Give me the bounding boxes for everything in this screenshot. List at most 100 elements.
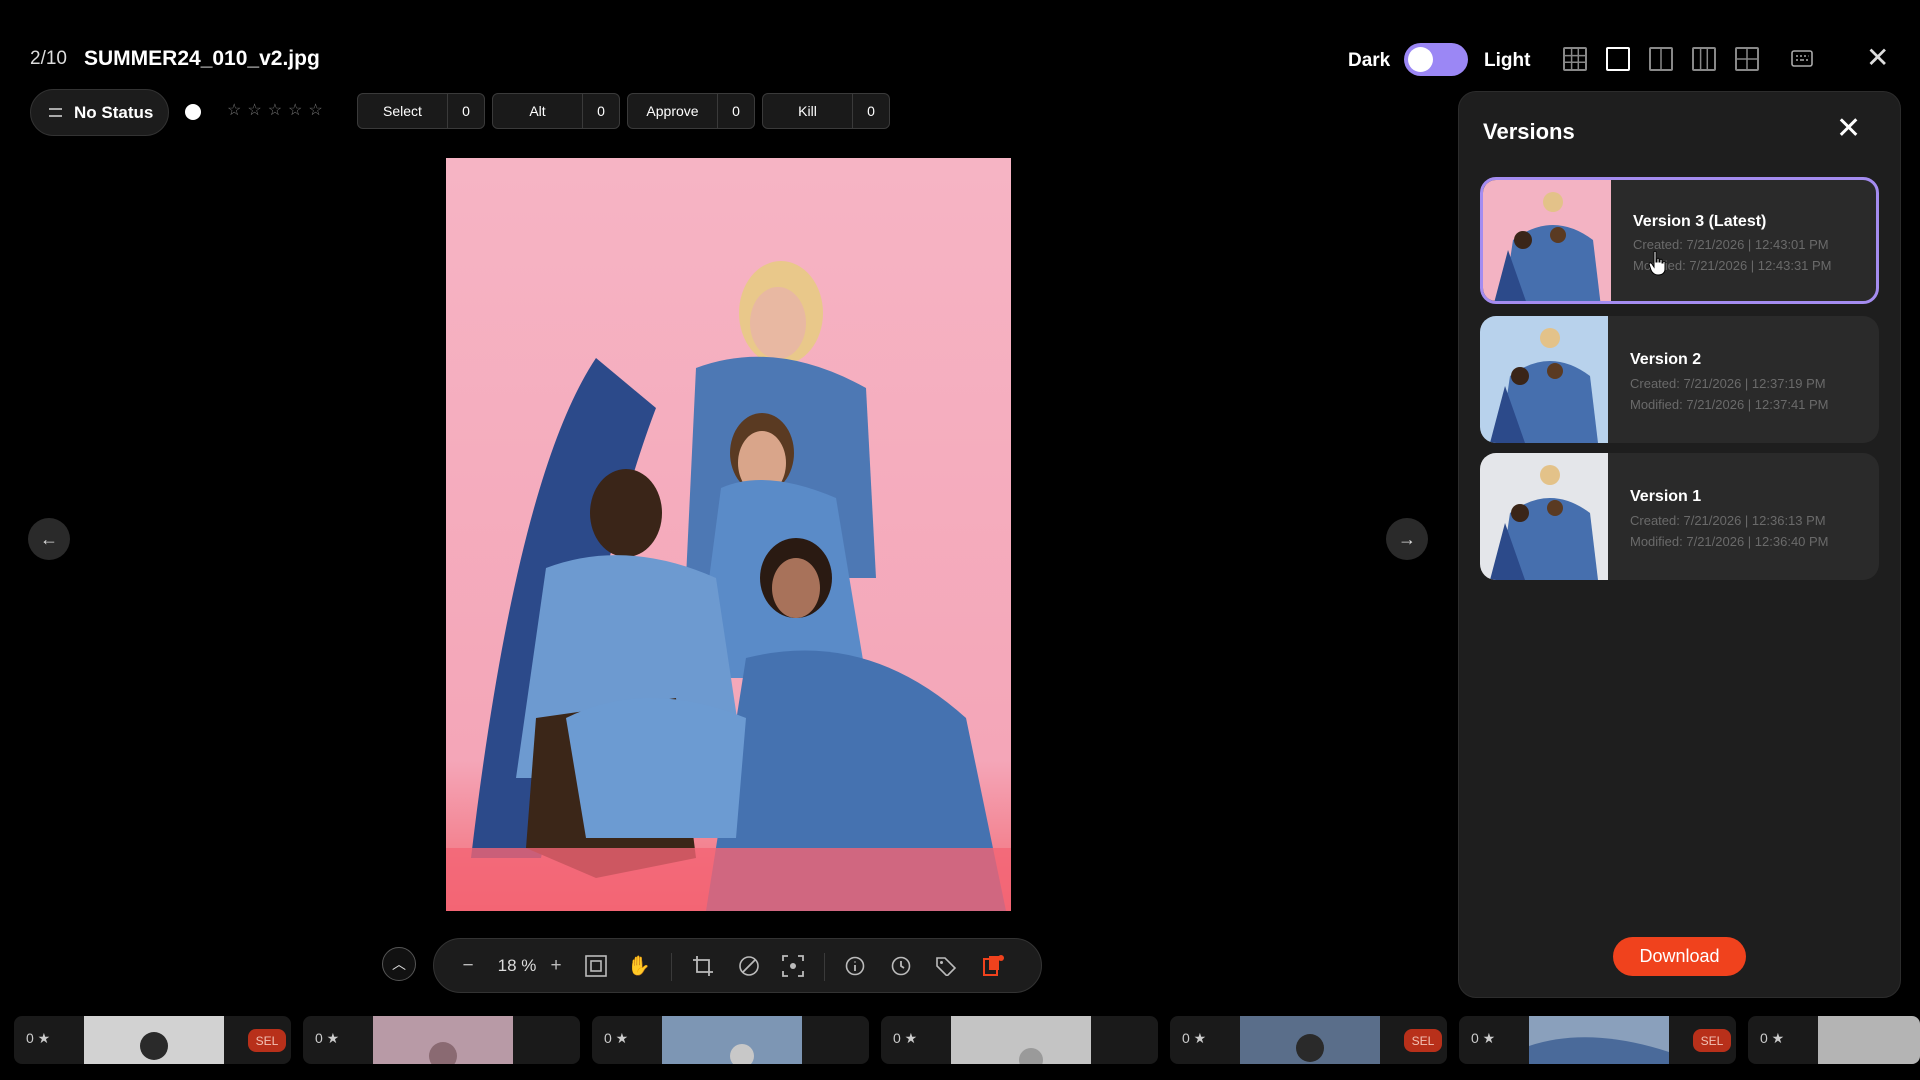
kill-label: Kill <box>798 103 817 119</box>
star-icon[interactable]: ☆ <box>268 100 282 120</box>
approve-count: 0 <box>717 94 754 128</box>
next-image-button[interactable]: → <box>1386 518 1428 560</box>
version-thumbnail <box>1480 453 1608 580</box>
filmstrip-rating: 0 ★ <box>604 1030 629 1046</box>
filmstrip-item[interactable]: 0 ★ <box>303 1016 580 1064</box>
kill-count: 0 <box>852 94 889 128</box>
zoom-level: 18 % <box>497 956 537 975</box>
grid-view-icon[interactable] <box>1563 47 1587 71</box>
status-label: No Status <box>74 102 154 122</box>
image-counter: 2/10 <box>30 48 67 69</box>
select-count: 0 <box>447 94 484 128</box>
filmstrip-item[interactable]: 0 ★ SEL <box>1459 1016 1736 1064</box>
version-card-2[interactable]: Version 2 Created: 7/21/2026 | 12:37:19 … <box>1480 316 1879 443</box>
annotate-icon[interactable] <box>734 952 764 980</box>
filmstrip-rating: 0 ★ <box>1760 1030 1785 1046</box>
filmstrip-item[interactable]: 0 ★ <box>881 1016 1158 1064</box>
approve-label: Approve <box>646 103 699 119</box>
versions-icon[interactable] <box>978 952 1008 980</box>
filmstrip-rating: 0 ★ <box>893 1030 918 1046</box>
version-name: Version 3 (Latest) <box>1633 213 1767 230</box>
version-name: Version 1 <box>1630 488 1702 505</box>
star-icon[interactable]: ☆ <box>227 100 241 120</box>
select-label: Select <box>383 103 422 119</box>
compare-two-icon[interactable] <box>1649 47 1673 71</box>
filmstrip-thumbnail <box>662 1016 802 1064</box>
image-toolbar: − 18 % + ✋ <box>433 938 1042 993</box>
info-icon[interactable] <box>840 952 870 980</box>
version-card-1[interactable]: Version 1 Created: 7/21/2026 | 12:36:13 … <box>1480 453 1879 580</box>
tags-icon[interactable] <box>932 952 962 980</box>
status-dropdown[interactable]: No Status <box>30 89 169 136</box>
star-icon[interactable]: ☆ <box>288 100 302 120</box>
star-icon[interactable]: ☆ <box>308 100 322 120</box>
download-button[interactable]: Download <box>1613 937 1746 976</box>
keyboard-icon[interactable] <box>1791 50 1813 72</box>
version-created: Created: 7/21/2026 | 12:36:13 PM <box>1630 513 1826 528</box>
compare-three-icon[interactable] <box>1692 47 1716 71</box>
color-label-dot[interactable] <box>185 104 201 120</box>
previous-image-button[interactable]: ← <box>28 518 70 560</box>
close-viewer-icon[interactable]: ✕ <box>1866 44 1889 72</box>
toggle-filmstrip-button[interactable]: ︿ <box>382 947 416 981</box>
approve-button[interactable]: Approve 0 <box>627 93 755 129</box>
alt-count: 0 <box>582 94 619 128</box>
history-clock-icon[interactable] <box>886 952 916 980</box>
star-rating[interactable]: ☆ ☆ ☆ ☆ ☆ <box>227 100 323 120</box>
alt-button[interactable]: Alt 0 <box>492 93 620 129</box>
sel-badge: SEL <box>248 1029 286 1052</box>
toolbar-divider <box>671 953 672 981</box>
version-thumbnail <box>1480 316 1608 443</box>
crop-icon[interactable] <box>688 952 718 980</box>
zoom-out-button[interactable]: − <box>458 952 478 980</box>
filmstrip-item[interactable]: 0 ★ <box>1748 1016 1920 1064</box>
hand-cursor-icon <box>1648 250 1668 281</box>
versions-panel: Versions ✕ Version 3 (Latest) Created: 7… <box>1458 91 1901 998</box>
version-card-3[interactable]: Version 3 (Latest) Created: 7/21/2026 | … <box>1480 177 1879 304</box>
version-thumbnail <box>1483 180 1611 301</box>
alt-label: Alt <box>529 103 546 119</box>
pan-hand-icon[interactable]: ✋ <box>624 952 654 980</box>
sel-badge: SEL <box>1404 1029 1442 1052</box>
close-versions-icon[interactable]: ✕ <box>1836 114 1861 144</box>
versions-title: Versions <box>1483 119 1575 144</box>
toolbar-divider <box>824 953 825 981</box>
focus-select-icon[interactable] <box>778 952 808 980</box>
filmstrip-thumbnail <box>951 1016 1091 1064</box>
main-image[interactable] <box>446 158 1011 911</box>
version-modified: Modified: 7/21/2026 | 12:36:40 PM <box>1630 534 1829 549</box>
filmstrip-item[interactable]: 0 ★ SEL <box>14 1016 291 1064</box>
filmstrip-rating: 0 ★ <box>1471 1030 1496 1046</box>
version-created: Created: 7/21/2026 | 12:37:19 PM <box>1630 376 1826 391</box>
arrow-right-icon: → <box>1398 528 1416 549</box>
filmstrip-item[interactable]: 0 ★ <box>592 1016 869 1064</box>
zoom-in-button[interactable]: + <box>546 952 566 980</box>
fit-screen-icon[interactable] <box>581 952 611 980</box>
filmstrip-rating: 0 ★ <box>1182 1030 1207 1046</box>
file-name: SUMMER24_010_v2.jpg <box>84 47 320 70</box>
filmstrip-thumbnail <box>1529 1016 1669 1064</box>
filmstrip-rating: 0 ★ <box>26 1030 51 1046</box>
filmstrip-thumbnail <box>1240 1016 1380 1064</box>
filmstrip-item[interactable]: 0 ★ SEL <box>1170 1016 1447 1064</box>
star-icon[interactable]: ☆ <box>247 100 261 120</box>
filmstrip-rating: 0 ★ <box>315 1030 340 1046</box>
compare-four-icon[interactable] <box>1735 47 1759 71</box>
theme-dark-label: Dark <box>1348 50 1391 71</box>
arrow-left-icon: ← <box>40 528 58 549</box>
toggle-knob <box>1408 47 1433 72</box>
theme-toggle[interactable] <box>1404 43 1468 76</box>
filmstrip-thumbnail <box>84 1016 224 1064</box>
filmstrip-thumbnail <box>1818 1016 1920 1064</box>
status-filter-icon <box>49 108 62 117</box>
theme-light-label: Light <box>1484 50 1531 71</box>
kill-button[interactable]: Kill 0 <box>762 93 890 129</box>
filmstrip-thumbnail <box>373 1016 513 1064</box>
version-modified: Modified: 7/21/2026 | 12:37:41 PM <box>1630 397 1829 412</box>
filmstrip: 0 ★ SEL 0 ★ 0 ★ 0 ★ 0 ★ SEL 0 ★ SEL 0 ★ <box>0 1016 1920 1064</box>
chevron-up-icon: ︿ <box>392 956 406 972</box>
select-button[interactable]: Select 0 <box>357 93 485 129</box>
sel-badge: SEL <box>1693 1029 1731 1052</box>
single-view-icon[interactable] <box>1606 47 1630 71</box>
version-name: Version 2 <box>1630 351 1702 368</box>
